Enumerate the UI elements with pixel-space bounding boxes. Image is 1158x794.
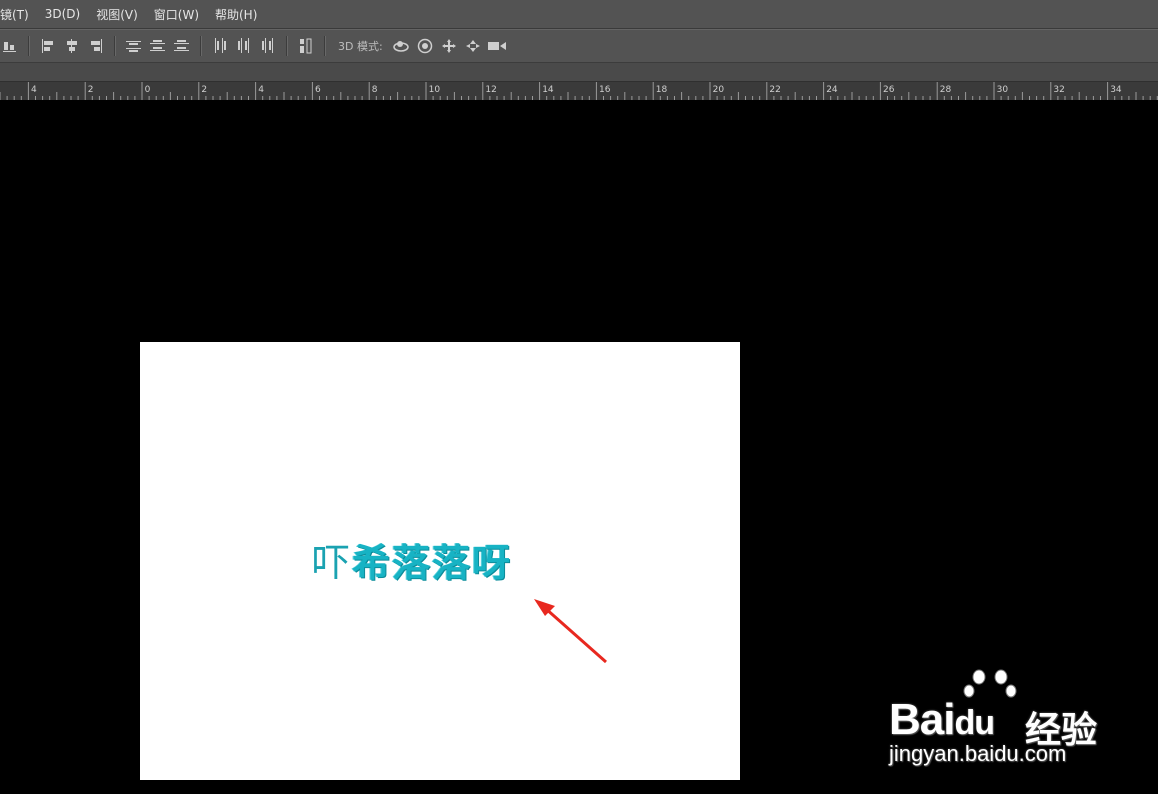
watermark-brand: Baidu (889, 695, 995, 744)
watermark-url: jingyan.baidu.com (889, 741, 1067, 766)
baidu-watermark: Baidu 经验 jingyan.baidu.com (885, 665, 1158, 794)
